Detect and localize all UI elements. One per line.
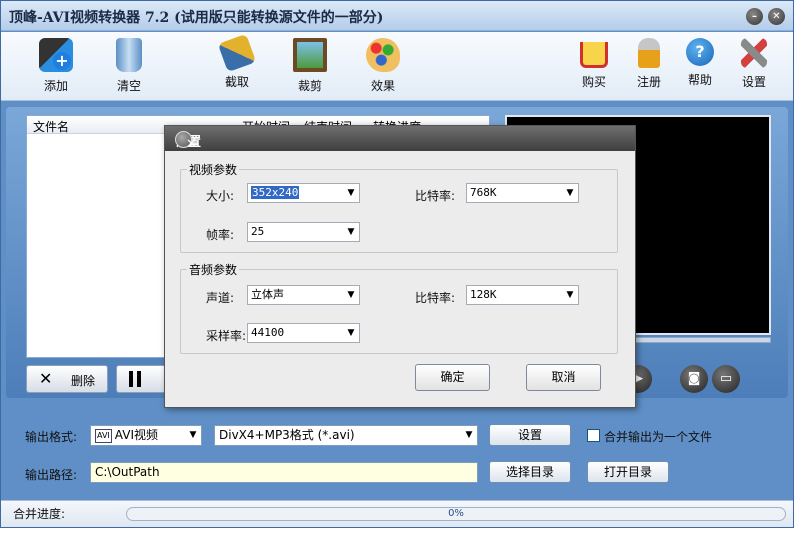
video-size-label: 大小: [206, 189, 235, 203]
output-format-select[interactable]: AVI AVI视频 ▼ [90, 425, 202, 446]
clear-label: 清空 [116, 79, 141, 93]
settings-dialog: 设置 ✕ 视频参数 大小: 352x240 ▼ 比特率: 768K ▼ 帧率: 25… [164, 125, 636, 408]
chevron-down-icon: ▼ [566, 290, 574, 300]
output-settings-button[interactable]: 设置 [489, 424, 571, 446]
crop-clip-button[interactable]: 截取 [209, 33, 265, 90]
close-icon: ✕ [186, 137, 197, 152]
snapshot-button[interactable]: ◙ [680, 365, 708, 393]
window-title: 顶峰-AVI视频转换器 7.2 (试用版只能转换源文件的一部分) [9, 10, 384, 26]
open-folder-button[interactable]: ▭ [712, 365, 740, 393]
browse-directory-button[interactable]: 选择目录 [489, 461, 571, 483]
merge-progress-value: 0% [448, 508, 464, 519]
status-bar: 合并进度: 0% [1, 500, 793, 527]
chevron-down-icon: ▼ [566, 188, 574, 198]
folder-icon: ▭ [719, 371, 733, 386]
trash-can-icon [116, 38, 142, 72]
settings-label: 设置 [741, 75, 766, 89]
video-framerate-select[interactable]: 25 ▼ [247, 222, 360, 242]
audio-samplerate-value: 44100 [251, 326, 285, 339]
tools-icon [741, 38, 767, 68]
video-framerate-label: 帧率: [206, 228, 235, 242]
video-bitrate-label: 比特率: [415, 189, 456, 203]
crop-label: 裁剪 [297, 79, 322, 93]
film-scissors-icon [217, 33, 257, 73]
dialog-title-bar: 设置 ✕ [165, 126, 635, 152]
audio-channel-select[interactable]: 立体声 ▼ [247, 285, 360, 305]
output-format-value: AVI视频 [114, 428, 158, 442]
register-label: 注册 [636, 75, 661, 89]
video-params-title: 视频参数 [187, 161, 240, 178]
delete-label: 删除 [71, 374, 96, 388]
settings-button[interactable]: 设置 [726, 38, 782, 90]
open-directory-button[interactable]: 打开目录 [587, 461, 669, 483]
merge-label: 合并输出为一个文件 [604, 430, 713, 444]
audio-bitrate-label: 比特率: [415, 291, 456, 305]
toolbar: + 添加 清空 截取 裁剪 效果 购买 注册 ? 帮助 设置 [1, 32, 793, 101]
help-label: 帮助 [687, 73, 712, 87]
effect-button[interactable]: 效果 [355, 38, 411, 94]
merge-progress-label: 合并进度: [13, 507, 66, 521]
delete-button[interactable]: ✕ 删除 [26, 365, 108, 393]
merge-progress-bar: 0% [126, 507, 786, 521]
video-params-group: 视频参数 大小: 352x240 ▼ 比特率: 768K ▼ 帧率: 25 ▼ [180, 161, 618, 253]
dialog-cancel-button[interactable]: 取消 [526, 364, 601, 391]
minimize-button[interactable]: – [746, 8, 763, 25]
effect-label: 效果 [370, 79, 395, 93]
close-button[interactable]: ✕ [768, 8, 785, 25]
lock-icon [638, 38, 660, 68]
title-bar: 顶峰-AVI视频转换器 7.2 (试用版只能转换源文件的一部分) – ✕ [1, 1, 793, 31]
output-format-label: 输出格式: [25, 430, 78, 444]
add-button[interactable]: + 添加 [28, 38, 84, 94]
video-bitrate-select[interactable]: 768K ▼ [466, 183, 579, 203]
codec-select[interactable]: DivX4+MP3格式 (*.avi) ▼ [214, 425, 478, 446]
clear-button[interactable]: 清空 [101, 38, 157, 94]
palette-icon [366, 38, 400, 72]
audio-channel-value: 立体声 [251, 288, 284, 301]
video-framerate-value: 25 [251, 225, 265, 238]
audio-params-group: 音频参数 声道: 立体声 ▼ 比特率: 128K ▼ 采样率: 44100 ▼ [180, 261, 618, 354]
delete-x-icon: ✕ [39, 369, 53, 388]
audio-params-title: 音频参数 [187, 261, 240, 278]
video-size-select[interactable]: 352x240 ▼ [247, 183, 360, 203]
audio-channel-label: 声道: [206, 291, 235, 305]
buy-label: 购买 [581, 75, 606, 89]
chevron-down-icon: ▼ [347, 188, 355, 198]
avi-file-icon: AVI [95, 428, 112, 443]
video-size-value: 352x240 [251, 186, 300, 199]
output-path-label: 输出路径: [25, 468, 78, 482]
picture-frame-icon [293, 38, 327, 72]
audio-samplerate-label: 采样率: [206, 329, 247, 343]
chevron-down-icon: ▼ [347, 290, 355, 300]
pause-icon [129, 371, 133, 387]
add-film-icon: + [39, 38, 73, 72]
help-icon: ? [686, 38, 714, 66]
shopping-cart-icon [580, 42, 608, 68]
crop-clip-label: 截取 [224, 75, 249, 89]
audio-bitrate-select[interactable]: 128K ▼ [466, 285, 579, 305]
output-path-input[interactable]: C:\OutPath [90, 462, 478, 483]
chevron-down-icon: ▼ [347, 328, 355, 338]
help-button[interactable]: ? 帮助 [672, 38, 728, 88]
merge-checkbox[interactable] [587, 429, 600, 442]
audio-samplerate-select[interactable]: 44100 ▼ [247, 323, 360, 343]
column-filename[interactable]: 文件名 [33, 118, 69, 135]
output-settings: 输出格式: AVI AVI视频 ▼ DivX4+MP3格式 (*.avi) ▼ 设… [1, 415, 793, 500]
add-label: 添加 [43, 79, 68, 93]
register-button[interactable]: 注册 [621, 38, 677, 90]
buy-button[interactable]: 购买 [566, 38, 622, 90]
dialog-close-button[interactable]: ✕ [175, 131, 197, 152]
camera-icon: ◙ [687, 371, 701, 386]
crop-button[interactable]: 裁剪 [282, 38, 338, 94]
dialog-ok-button[interactable]: 确定 [415, 364, 490, 391]
video-bitrate-value: 768K [470, 186, 497, 199]
chevron-down-icon: ▼ [465, 430, 473, 440]
chevron-down-icon: ▼ [347, 227, 355, 237]
chevron-down-icon: ▼ [189, 430, 197, 440]
audio-bitrate-value: 128K [470, 288, 497, 301]
codec-value: DivX4+MP3格式 (*.avi) [219, 428, 355, 442]
